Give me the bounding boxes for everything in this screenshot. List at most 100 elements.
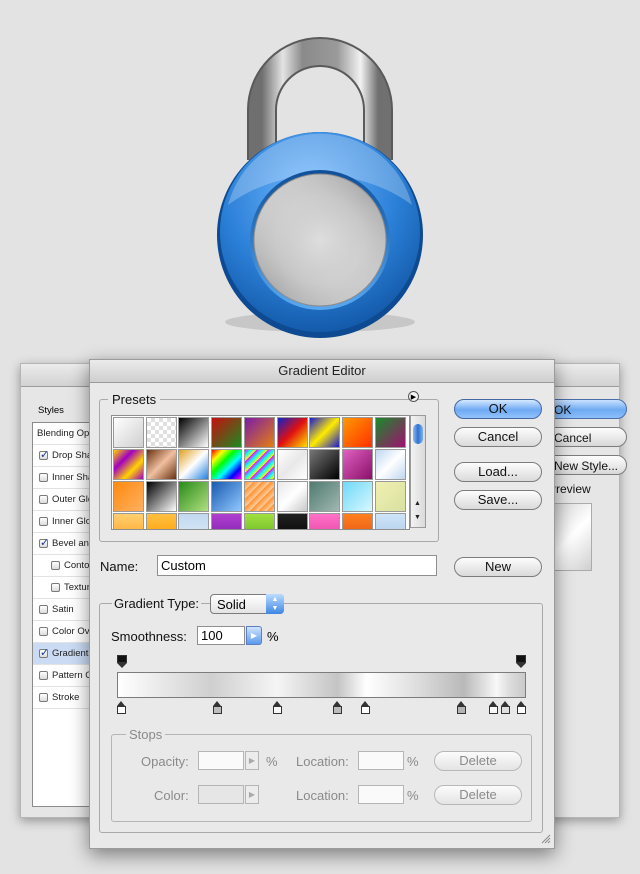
name-field[interactable] <box>157 555 437 576</box>
scroll-up-arrow-icon[interactable]: ▲ <box>414 500 421 507</box>
preset-swatch[interactable] <box>178 417 210 448</box>
color-stop[interactable] <box>361 701 370 714</box>
smoothness-label: Smoothness: <box>111 629 187 644</box>
opacity-stop[interactable] <box>516 655 526 668</box>
ok-button[interactable]: OK <box>454 399 542 419</box>
preset-swatch[interactable] <box>145 417 177 448</box>
preset-swatch[interactable] <box>145 449 177 480</box>
presets-label: Presets <box>108 392 161 407</box>
presets-scrollbar[interactable]: ▲ ▼ <box>410 415 426 528</box>
opacity-stop[interactable] <box>117 655 127 668</box>
preset-swatch[interactable] <box>243 449 275 480</box>
preset-swatch[interactable] <box>374 417 406 448</box>
style-checkbox[interactable] <box>51 561 60 570</box>
scroll-down-arrow-icon[interactable]: ▼ <box>414 514 421 521</box>
padlock-illustration <box>217 37 423 338</box>
gradient-editor-dialog: Gradient Editor Presets ▶ ▲ ▼ OK Cancel … <box>89 359 555 849</box>
style-checkbox[interactable] <box>39 517 48 526</box>
color-stop[interactable] <box>457 701 466 714</box>
style-checkbox[interactable] <box>39 605 48 614</box>
style-item-label: Satin <box>52 604 74 615</box>
name-label: Name: <box>100 559 139 574</box>
style-checkbox[interactable] <box>39 495 48 504</box>
stop-color-swatch[interactable] <box>198 785 244 804</box>
color-location-unit: % <box>407 788 419 803</box>
preset-swatch[interactable] <box>145 513 177 529</box>
preset-swatch[interactable] <box>341 449 373 480</box>
preset-swatch[interactable] <box>341 513 373 529</box>
color-label: Color: <box>154 788 189 803</box>
opacity-label: Opacity: <box>141 754 189 769</box>
style-checkbox[interactable] <box>51 583 60 592</box>
preset-swatch[interactable] <box>276 513 308 529</box>
style-checkbox[interactable] <box>39 646 49 659</box>
style-checkbox[interactable] <box>39 627 48 636</box>
color-stop[interactable] <box>213 701 222 714</box>
scrollbar-thumb[interactable] <box>413 424 423 444</box>
opacity-dropdown-icon[interactable]: ▶ <box>245 751 259 770</box>
opacity-field[interactable] <box>198 751 244 770</box>
preset-swatch[interactable] <box>211 481 243 512</box>
stops-group <box>111 734 532 822</box>
style-item-label: Stroke <box>52 692 80 703</box>
preset-swatch[interactable] <box>211 513 243 529</box>
gradient-type-select[interactable]: Solid ▲ ▼ <box>210 594 284 614</box>
preset-swatch[interactable] <box>243 417 275 448</box>
preset-swatch[interactable] <box>309 449 341 480</box>
gradient-type-value: Solid <box>217 597 246 612</box>
style-checkbox[interactable] <box>39 536 49 549</box>
color-stop[interactable] <box>489 701 498 714</box>
color-dropdown-icon[interactable]: ▶ <box>245 785 259 804</box>
cancel-button[interactable]: Cancel <box>454 427 542 447</box>
preset-swatch[interactable] <box>113 513 144 529</box>
preset-swatch[interactable] <box>211 417 243 448</box>
presets-menu-icon[interactable]: ▶ <box>408 391 419 402</box>
preset-swatch[interactable] <box>243 481 275 512</box>
style-checkbox[interactable] <box>39 671 48 680</box>
preset-swatch[interactable] <box>178 481 210 512</box>
color-location-field[interactable] <box>358 785 404 804</box>
preset-swatch[interactable] <box>145 481 177 512</box>
style-preview-swatch <box>550 503 592 571</box>
preset-swatch[interactable] <box>243 513 275 529</box>
color-stop[interactable] <box>501 701 510 714</box>
opacity-location-field[interactable] <box>358 751 404 770</box>
style-checkbox[interactable] <box>39 473 48 482</box>
preset-swatch[interactable] <box>309 513 341 529</box>
dialog-title: Gradient Editor <box>90 360 554 383</box>
new-button[interactable]: New <box>454 557 542 577</box>
opacity-location-unit: % <box>407 754 419 769</box>
preset-swatch[interactable] <box>113 449 144 480</box>
preset-swatch[interactable] <box>178 449 210 480</box>
color-stop[interactable] <box>273 701 282 714</box>
color-stop[interactable] <box>517 701 526 714</box>
style-checkbox[interactable] <box>39 693 48 702</box>
save-button[interactable]: Save... <box>454 490 542 510</box>
preset-swatch[interactable] <box>113 417 144 448</box>
preset-swatch[interactable] <box>276 481 308 512</box>
preset-swatch[interactable] <box>178 513 210 529</box>
preset-swatch[interactable] <box>309 417 341 448</box>
preset-swatch[interactable] <box>374 513 406 529</box>
preset-swatch[interactable] <box>374 481 406 512</box>
gradient-preview-bar[interactable] <box>117 672 526 698</box>
color-stop[interactable] <box>117 701 126 714</box>
preset-swatch[interactable] <box>374 449 406 480</box>
color-stop[interactable] <box>333 701 342 714</box>
delete-opacity-stop-button[interactable]: Delete <box>434 751 522 771</box>
stops-label: Stops <box>126 727 166 742</box>
preset-swatch[interactable] <box>341 417 373 448</box>
resize-grip-icon[interactable] <box>539 832 551 844</box>
preset-swatch[interactable] <box>341 481 373 512</box>
preset-swatch[interactable] <box>276 449 308 480</box>
preset-swatch[interactable] <box>276 417 308 448</box>
smoothness-field[interactable] <box>197 626 245 645</box>
preset-swatch[interactable] <box>309 481 341 512</box>
preset-swatch[interactable] <box>211 449 243 480</box>
style-checkbox[interactable] <box>39 448 49 461</box>
delete-color-stop-button[interactable]: Delete <box>434 785 522 805</box>
smoothness-unit: % <box>267 629 279 644</box>
load-button[interactable]: Load... <box>454 462 542 482</box>
smoothness-dropdown-icon[interactable]: ▶ <box>246 626 262 645</box>
preset-swatch[interactable] <box>113 481 144 512</box>
